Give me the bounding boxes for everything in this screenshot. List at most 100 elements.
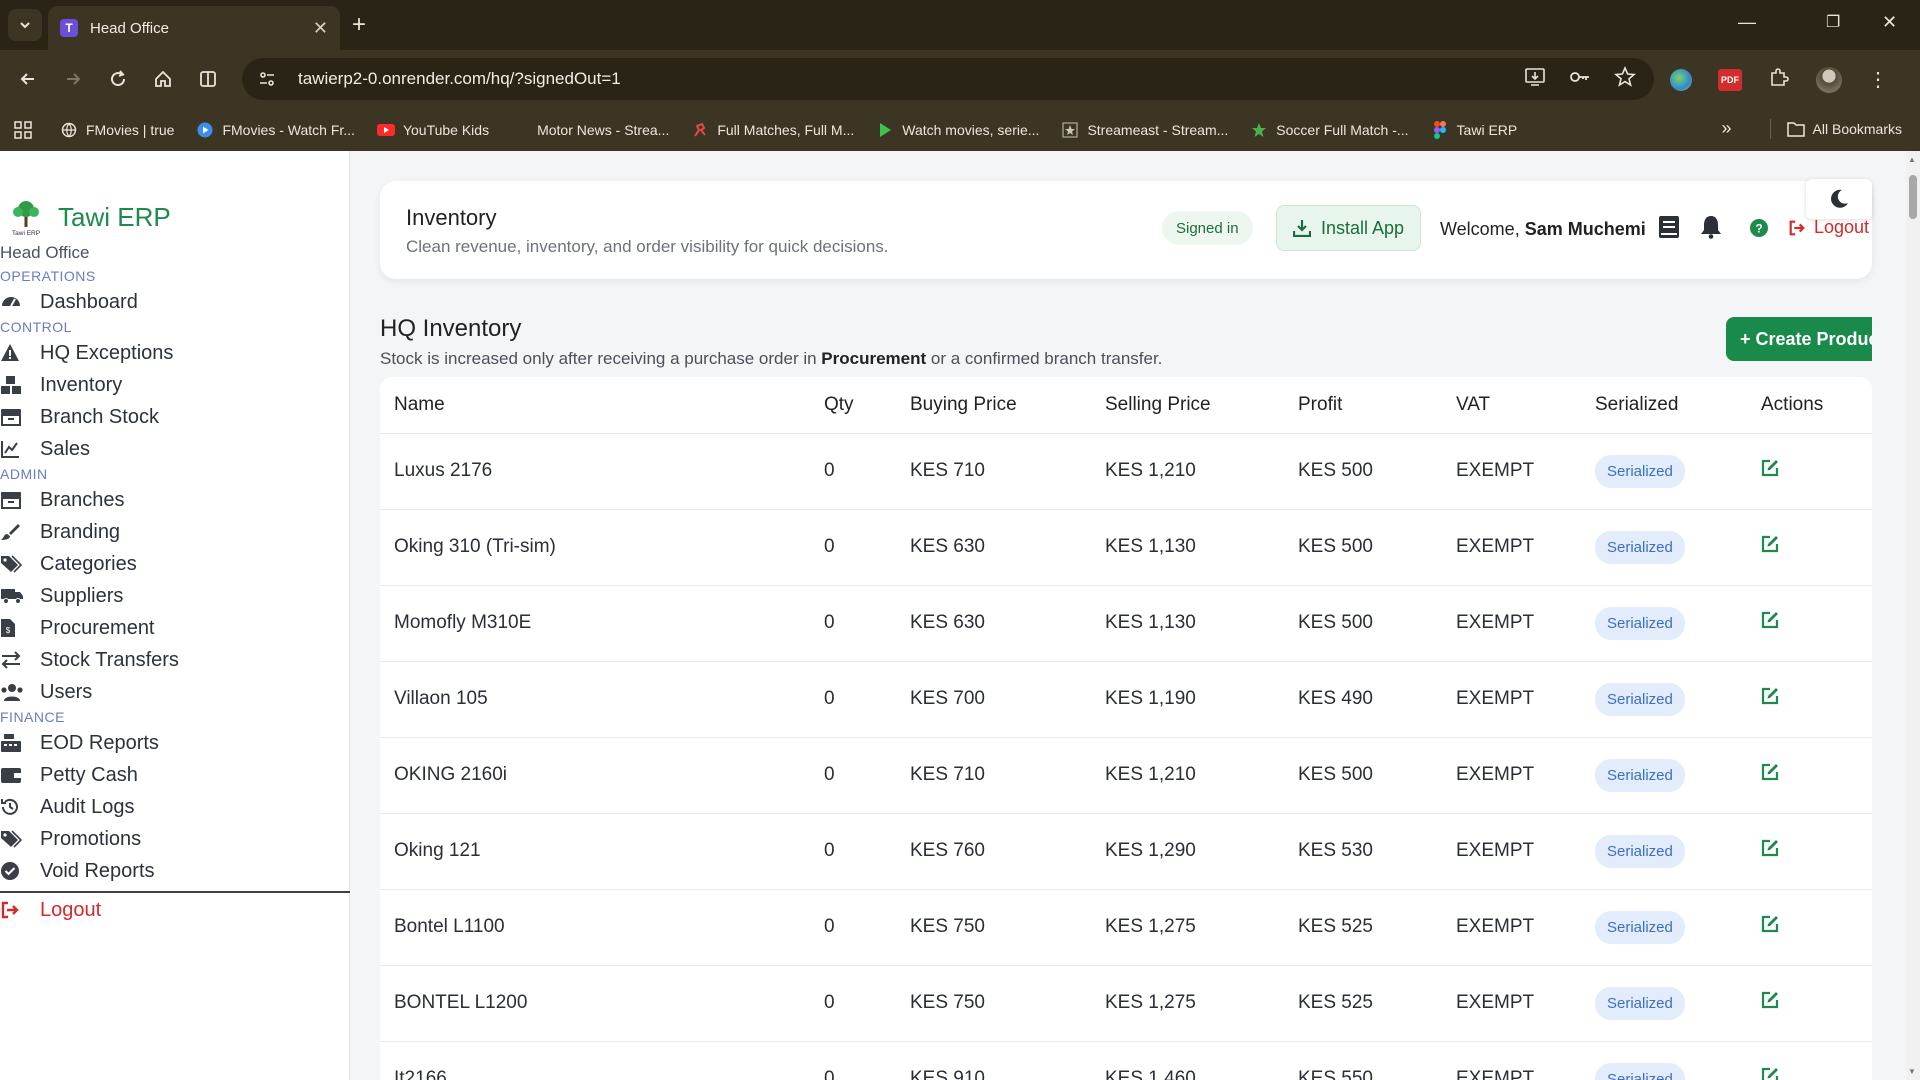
header-logout-button[interactable]: Logout — [1788, 217, 1869, 238]
bookmark-tawi-erp[interactable]: Tawi ERP — [1431, 120, 1517, 139]
sidebar-item-petty-cash[interactable]: Petty Cash — [0, 759, 350, 791]
edit-icon[interactable] — [1761, 991, 1779, 1009]
bookmark-youtube-kids[interactable]: YouTube Kids — [376, 121, 489, 139]
bookmark-fmovies-watch[interactable]: FMovies - Watch Fr... — [196, 121, 355, 139]
sidebar-item-users[interactable]: Users — [0, 676, 350, 708]
bookmark-fmovies-true[interactable]: FMovies | true — [60, 121, 174, 139]
brand[interactable]: Tawi ERP Tawi ERP — [6, 197, 171, 237]
edit-icon[interactable] — [1761, 459, 1779, 477]
book-icon[interactable] — [1658, 215, 1680, 244]
window-close-icon[interactable]: ✕ — [1882, 12, 1897, 33]
column-header-buying-price[interactable]: Buying Price — [896, 377, 1091, 434]
column-header-vat[interactable]: VAT — [1442, 377, 1581, 434]
sidebar-item-void-reports[interactable]: Void Reports — [0, 855, 350, 887]
install-page-icon[interactable] — [1524, 66, 1546, 93]
sidebar-item-inventory[interactable]: Inventory — [0, 369, 350, 401]
table-row[interactable]: It2166 0 KES 910 KES 1,460 KES 550 EXEMP… — [380, 1041, 1872, 1080]
edit-icon[interactable] — [1761, 687, 1779, 705]
sidebar-item-dashboard[interactable]: Dashboard — [0, 286, 350, 318]
address-bar[interactable]: tawierp2-0.onrender.com/hq/?signedOut=1 — [242, 58, 1654, 100]
all-bookmarks-link[interactable]: All Bookmarks — [1813, 121, 1902, 137]
section-title: HQ Inventory — [380, 315, 522, 342]
cell-vat: EXEMPT — [1442, 965, 1581, 1042]
apps-grid-icon[interactable] — [14, 120, 32, 139]
sidebar-logout[interactable]: Logout — [0, 893, 350, 927]
edit-icon[interactable] — [1761, 915, 1779, 933]
scrollbar-thumb[interactable] — [1909, 175, 1917, 219]
page-scrollbar[interactable]: ▲ ▼ — [1906, 151, 1920, 1080]
back-icon[interactable] — [13, 64, 43, 94]
install-app-button[interactable]: Install App — [1276, 205, 1422, 251]
profile-avatar[interactable] — [1816, 66, 1842, 93]
edit-icon[interactable] — [1761, 611, 1779, 629]
more-bookmarks-icon[interactable]: » — [1722, 118, 1732, 139]
cell-buying-price: KES 630 — [896, 585, 1091, 662]
extension-icon[interactable] — [1670, 68, 1692, 91]
sidebar-item-suppliers[interactable]: Suppliers — [0, 580, 350, 612]
cell-profit: KES 490 — [1284, 661, 1442, 738]
tab-head-office[interactable]: T Head Office ✕ — [48, 6, 340, 50]
cell-vat: EXEMPT — [1442, 813, 1581, 890]
bell-icon[interactable] — [1700, 215, 1722, 244]
sidebar-item-sales[interactable]: Sales — [0, 433, 350, 465]
sidebar-item-branding[interactable]: Branding — [0, 516, 350, 548]
edit-icon[interactable] — [1761, 763, 1779, 781]
help-icon[interactable]: ? — [1750, 219, 1768, 242]
streameast-icon — [1061, 121, 1079, 139]
sidebar-item-branches[interactable]: Branches — [0, 484, 350, 516]
edit-icon[interactable] — [1761, 535, 1779, 553]
close-icon[interactable]: ✕ — [313, 18, 328, 39]
bookmark-motor-news[interactable]: Motor News - Strea... — [511, 121, 669, 139]
minimize-icon[interactable]: — — [1738, 12, 1756, 33]
sidebar-item-branch-stock[interactable]: Branch Stock — [0, 401, 350, 433]
inventory-table-body: Luxus 2176 0 KES 710 KES 1,210 KES 500 E… — [380, 433, 1872, 1080]
home-icon[interactable] — [148, 64, 178, 94]
scroll-down-icon[interactable]: ▼ — [1908, 1067, 1916, 1076]
scroll-up-icon[interactable]: ▲ — [1908, 155, 1916, 164]
create-product-button[interactable]: + Create Product — [1726, 317, 1872, 361]
sidebar-item-promotions[interactable]: Promotions — [0, 823, 350, 855]
download-icon — [1293, 219, 1311, 237]
pdf-extension-icon[interactable]: PDF — [1718, 68, 1742, 91]
puzzle-extensions-icon[interactable] — [1768, 66, 1790, 93]
bookmark-full-matches[interactable]: Full Matches, Full M... — [691, 121, 854, 139]
table-row[interactable]: BONTEL L1200 0 KES 750 KES 1,275 KES 525… — [380, 965, 1872, 1042]
restore-icon[interactable]: ❐ — [1826, 12, 1840, 32]
cell-selling-price: KES 1,130 — [1091, 509, 1284, 586]
sidebar-item-hq-exceptions[interactable]: HQ Exceptions — [0, 337, 350, 369]
sidebar-item-audit-logs[interactable]: Audit Logs — [0, 791, 350, 823]
reload-icon[interactable] — [103, 64, 133, 94]
edit-icon[interactable] — [1761, 839, 1779, 857]
column-header-qty[interactable]: Qty — [810, 377, 896, 434]
bookmark-watch-movies[interactable]: Watch movies, serie... — [876, 121, 1039, 139]
site-info-icon[interactable] — [256, 68, 278, 90]
password-key-icon[interactable] — [1568, 66, 1592, 93]
table-row[interactable]: Villaon 105 0 KES 700 KES 1,190 KES 490 … — [380, 661, 1872, 738]
forward-icon[interactable] — [58, 64, 88, 94]
split-view-icon[interactable] — [193, 64, 223, 94]
sidebar-item-stock-transfers[interactable]: Stock Transfers — [0, 644, 350, 676]
edit-icon[interactable] — [1761, 1067, 1779, 1080]
column-header-profit[interactable]: Profit — [1284, 377, 1442, 434]
serialized-badge: Serialized — [1595, 530, 1685, 564]
sidebar-item-categories[interactable]: Categories — [0, 548, 350, 580]
column-header-selling-price[interactable]: Selling Price — [1091, 377, 1284, 434]
cell-profit: KES 530 — [1284, 813, 1442, 890]
bookmark-soccer-full-match[interactable]: Soccer Full Match -... — [1250, 121, 1409, 139]
table-row[interactable]: Oking 310 (Tri-sim) 0 KES 630 KES 1,130 … — [380, 509, 1872, 586]
table-row[interactable]: Momofly M310E 0 KES 630 KES 1,130 KES 50… — [380, 585, 1872, 662]
more-menu-icon[interactable]: ⋮ — [1868, 70, 1888, 90]
dark-mode-toggle[interactable] — [1806, 179, 1872, 219]
table-row[interactable]: Oking 121 0 KES 760 KES 1,290 KES 530 EX… — [380, 813, 1872, 890]
new-tab-button[interactable]: + — [352, 11, 366, 39]
bookmark-streameast[interactable]: Streameast - Stream... — [1061, 121, 1228, 139]
table-row[interactable]: OKING 2160i 0 KES 710 KES 1,210 KES 500 … — [380, 737, 1872, 814]
sidebar-item-procurement[interactable]: $ Procurement — [0, 612, 350, 644]
table-row[interactable]: Bontel L1100 0 KES 750 KES 1,275 KES 525… — [380, 889, 1872, 966]
sidebar-item-eod-reports[interactable]: EOD Reports — [0, 727, 350, 759]
column-header-serialized[interactable]: Serialized — [1581, 377, 1747, 434]
table-row[interactable]: Luxus 2176 0 KES 710 KES 1,210 KES 500 E… — [380, 433, 1872, 510]
tab-search-button[interactable] — [8, 9, 42, 41]
column-header-name[interactable]: Name — [380, 377, 810, 434]
bookmark-star-icon[interactable] — [1614, 65, 1636, 93]
